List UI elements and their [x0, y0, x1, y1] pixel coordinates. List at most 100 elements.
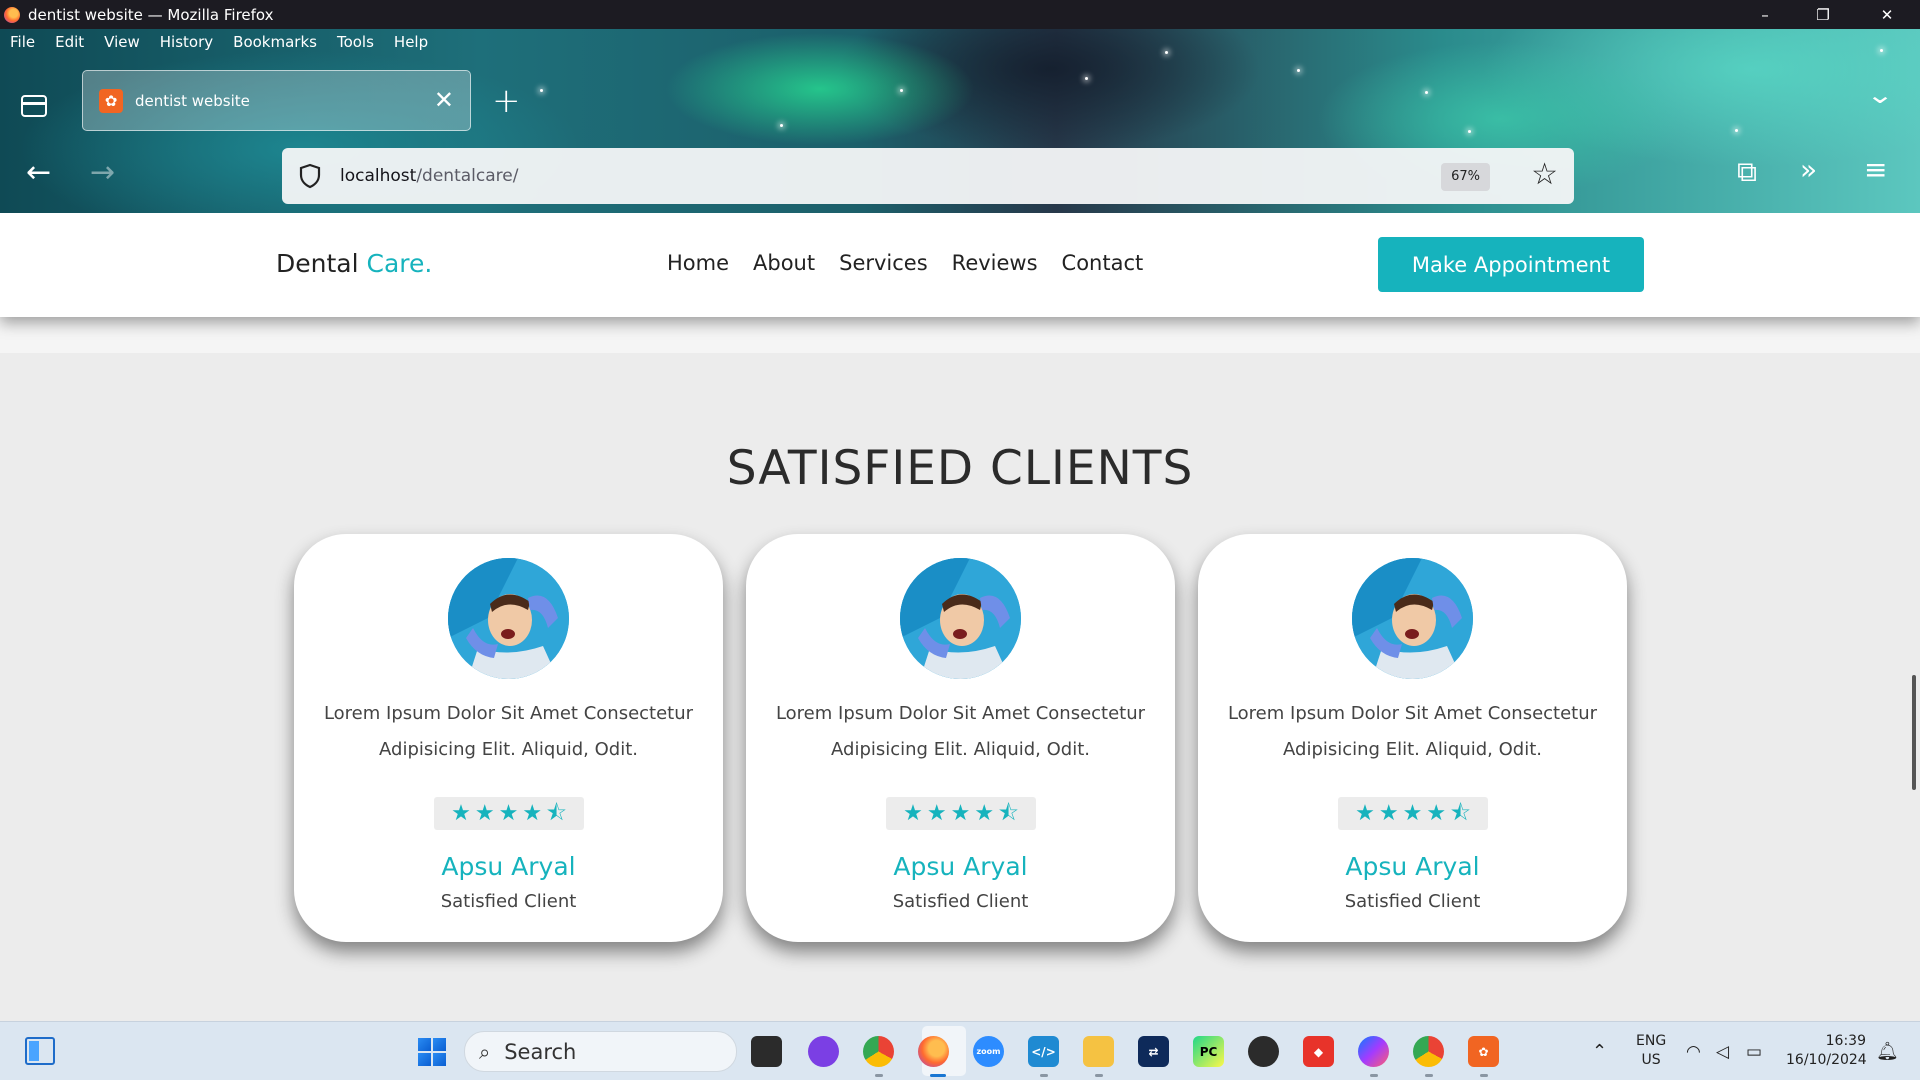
search-icon: ⌕: [479, 1039, 491, 1064]
start-button[interactable]: [418, 1038, 446, 1066]
star-icon: ★: [1355, 800, 1375, 826]
obs-icon[interactable]: [1248, 1036, 1279, 1067]
review-text: Lorem Ipsum Dolor Sit Amet Consectetur A…: [1227, 703, 1598, 760]
address-bar[interactable]: localhost/dentalcare/ 67% ☆: [282, 148, 1574, 389]
firefox-view-button[interactable]: [14, 86, 54, 126]
client-role: Satisfied Client: [440, 891, 577, 912]
window-titlebar: dentist website — Mozilla Firefox – ❐ ✕: [0, 0, 1920, 29]
clock-date: 16/10/2024: [1786, 1052, 1867, 1068]
forward-button[interactable]: →: [90, 155, 115, 190]
restore-button[interactable]: ❐: [1794, 0, 1852, 29]
theme-star: [1735, 129, 1738, 132]
chrome-profile-icon[interactable]: [1413, 1036, 1444, 1067]
zoom-icon[interactable]: zoom: [973, 1036, 1004, 1067]
xampp-taskbar-icon[interactable]: ✿: [1468, 1036, 1499, 1067]
firefox-view-icon: [21, 95, 47, 117]
taskbar-search-box[interactable]: ⌕ Search: [464, 1031, 737, 1072]
messenger-icon[interactable]: [1358, 1036, 1389, 1067]
volume-icon[interactable]: ◁: [1716, 1022, 1729, 1080]
section-divider: [0, 317, 1920, 353]
star-icon: ★: [974, 800, 995, 826]
app-menu-button[interactable]: ≡: [1864, 153, 1887, 186]
star-rating: ★ ★ ★ ★ ⯪: [886, 797, 1036, 830]
web-page: Dental Care. Home About Services Reviews…: [0, 213, 1920, 1021]
windows-taskbar: ⌕ Search zoom </> ⇄ PC ◆ ✿ ⌃ ENG US ◠ ◁ …: [0, 1021, 1920, 1080]
anydesk-icon[interactable]: ◆: [1303, 1036, 1334, 1067]
list-all-tabs-button[interactable]: ⌄: [1866, 81, 1894, 109]
more-tools-button[interactable]: »: [1800, 153, 1817, 186]
menu-bookmarks[interactable]: Bookmarks: [223, 33, 327, 51]
clock[interactable]: 16:39 16/10/2024: [1786, 1032, 1867, 1070]
minimize-button[interactable]: –: [1736, 0, 1794, 29]
star-icon: ★: [498, 800, 519, 826]
star-icon: ★: [474, 800, 495, 826]
theme-star: [1425, 91, 1428, 94]
shield-icon[interactable]: [296, 162, 324, 190]
close-window-button[interactable]: ✕: [1858, 0, 1916, 29]
star-icon: ★: [451, 800, 471, 826]
logo-main: Dental: [276, 249, 359, 278]
review-card: Lorem Ipsum Dolor Sit Amet Consectetur A…: [294, 534, 723, 942]
star-icon: ★: [1402, 800, 1423, 826]
site-header: Dental Care. Home About Services Reviews…: [0, 213, 1920, 317]
star-half-icon: ⯪: [998, 800, 1019, 826]
star-half-icon: ⯪: [1450, 800, 1471, 826]
star-icon: ★: [950, 800, 971, 826]
xampp-icon: ✿: [99, 88, 123, 113]
file-explorer-icon[interactable]: [1083, 1036, 1114, 1067]
review-text: Lorem Ipsum Dolor Sit Amet Consectetur A…: [323, 703, 694, 760]
battery-icon[interactable]: ▭: [1746, 1022, 1762, 1080]
nav-home[interactable]: Home: [667, 251, 729, 275]
language-code: ENG: [1636, 1033, 1667, 1049]
active-tab[interactable]: ✿ dentist website ✕: [82, 70, 471, 131]
page-scrollbar[interactable]: [1912, 675, 1916, 790]
theme-star: [1880, 49, 1883, 52]
firefox-icon[interactable]: [918, 1036, 949, 1067]
menu-history[interactable]: History: [150, 33, 223, 51]
tray-chevron-icon[interactable]: ⌃: [1592, 1022, 1607, 1080]
nav-reviews[interactable]: Reviews: [952, 251, 1038, 275]
dev-app-icon[interactable]: [808, 1036, 839, 1067]
clock-time: 16:39: [1825, 1033, 1866, 1049]
notification-bell-icon[interactable]: 🔔︎: [1876, 1022, 1899, 1080]
widgets-icon[interactable]: [25, 1037, 55, 1065]
make-appointment-button[interactable]: Make Appointment: [1378, 237, 1644, 292]
nav-about[interactable]: About: [753, 251, 815, 275]
theme-star: [1165, 51, 1168, 54]
language-indicator[interactable]: ENG US: [1636, 1032, 1666, 1070]
review-card: Lorem Ipsum Dolor Sit Amet Consectetur A…: [1198, 534, 1627, 942]
tab-close-button[interactable]: ✕: [434, 86, 454, 114]
menu-edit[interactable]: Edit: [45, 33, 94, 51]
client-avatar: [448, 558, 569, 679]
nav-services[interactable]: Services: [839, 251, 928, 275]
menu-help[interactable]: Help: [384, 33, 438, 51]
client-name: Apsu Aryal: [441, 852, 576, 881]
review-text: Lorem Ipsum Dolor Sit Amet Consectetur A…: [775, 703, 1146, 760]
section-title: SATISFIED CLIENTS: [726, 441, 1194, 496]
wifi-icon[interactable]: ◠: [1686, 1022, 1701, 1080]
theme-star: [1085, 77, 1088, 80]
nav-contact[interactable]: Contact: [1062, 251, 1144, 275]
taskbar-search-placeholder: Search: [504, 1039, 577, 1064]
site-logo[interactable]: Dental Care.: [276, 249, 432, 278]
star-half-icon: ⯪: [546, 800, 567, 826]
task-view-icon[interactable]: [751, 1036, 782, 1067]
teamviewer-icon[interactable]: ⇄: [1138, 1036, 1169, 1067]
site-nav: Home About Services Reviews Contact: [667, 251, 1143, 275]
vscode-icon[interactable]: </>: [1028, 1036, 1059, 1067]
bookmark-star-icon[interactable]: ☆: [1531, 158, 1558, 192]
pycharm-icon[interactable]: PC: [1193, 1036, 1224, 1067]
chrome-icon[interactable]: [863, 1036, 894, 1067]
running-indicator: [875, 1074, 883, 1077]
menu-tools[interactable]: Tools: [327, 33, 384, 51]
theme-star: [540, 89, 543, 92]
running-indicator: [930, 1074, 946, 1077]
zoom-level-badge[interactable]: 67%: [1441, 163, 1490, 191]
extensions-button[interactable]: ⧉: [1737, 155, 1757, 189]
back-button[interactable]: ←: [26, 155, 51, 190]
menu-view[interactable]: View: [94, 33, 150, 51]
menu-file[interactable]: File: [0, 33, 45, 51]
star-icon: ★: [522, 800, 543, 826]
url-path: /dentalcare/: [416, 166, 519, 186]
new-tab-button[interactable]: +: [492, 81, 521, 121]
